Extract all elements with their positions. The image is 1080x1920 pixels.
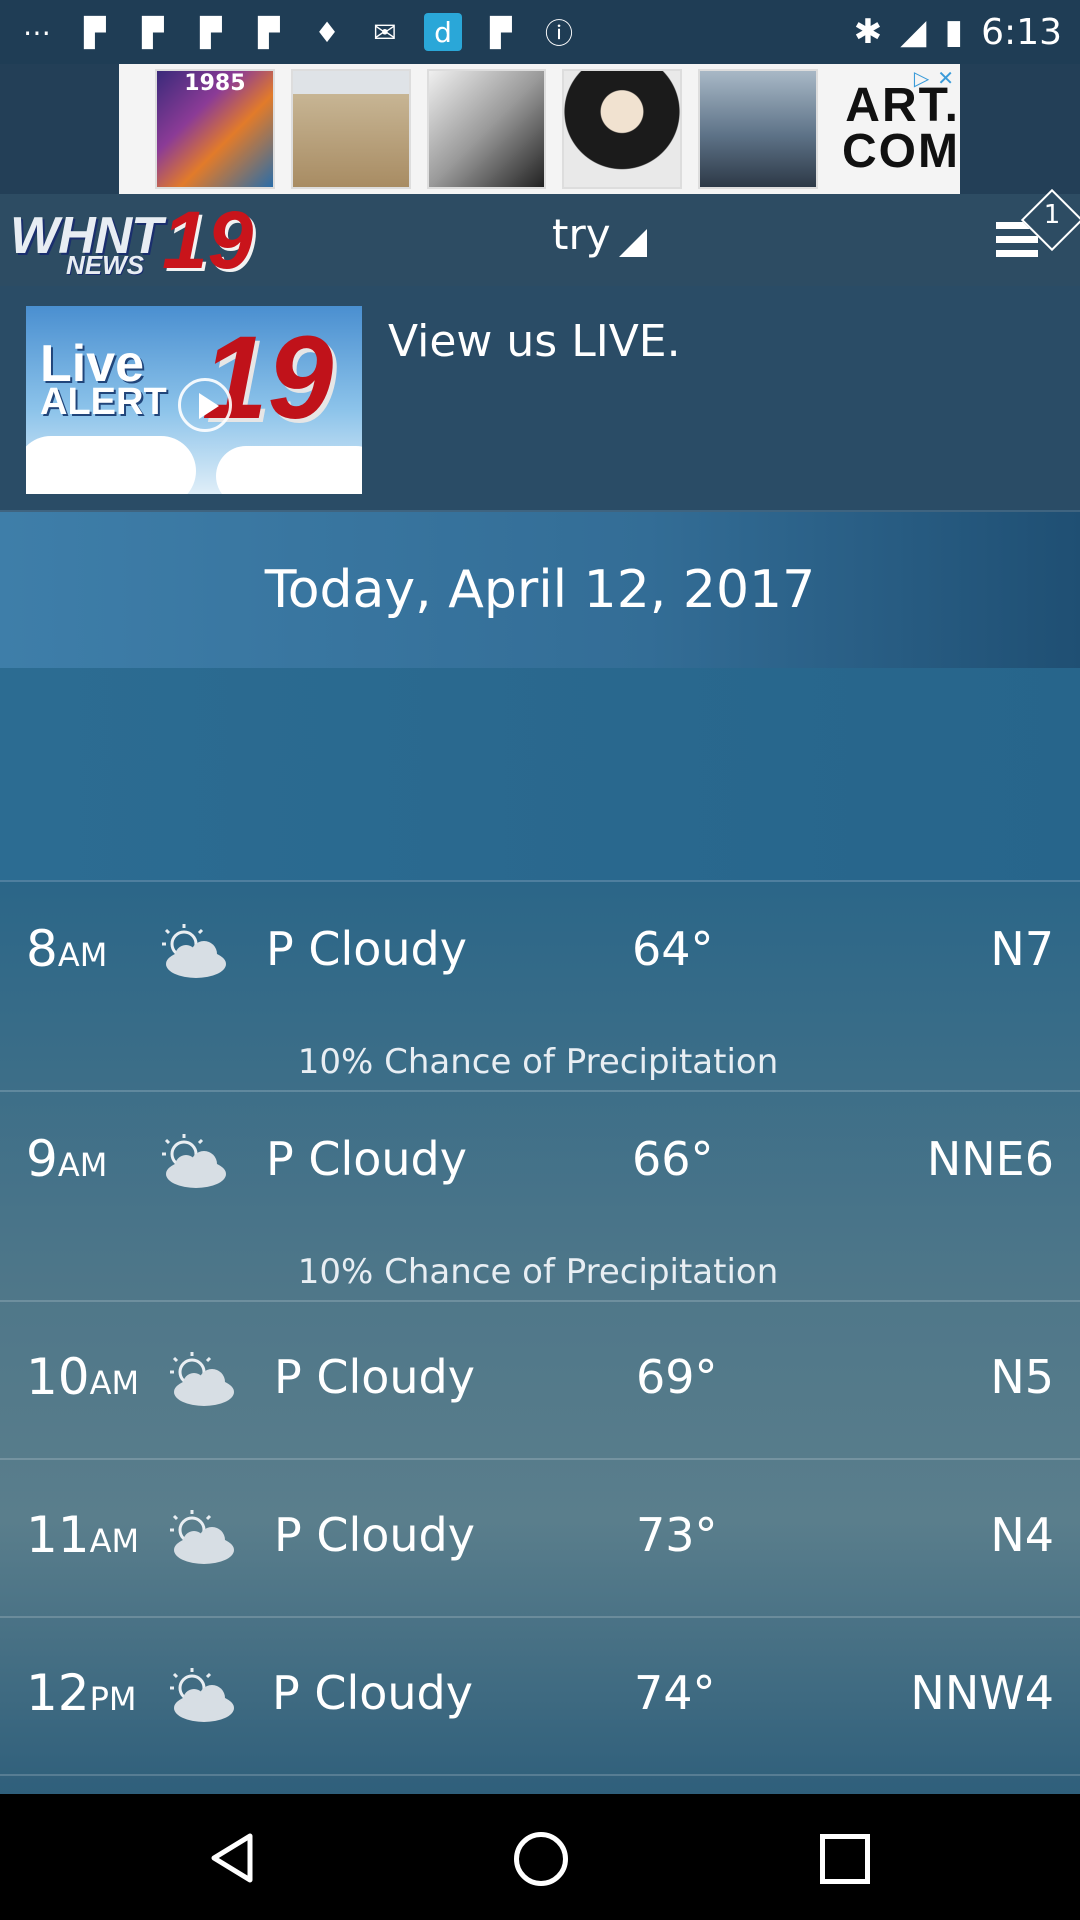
date-header: Today, April 12, 2017 — [0, 512, 1080, 668]
partly-cloudy-icon — [150, 1132, 230, 1192]
wind: N7 — [990, 922, 1054, 976]
location-dropdown[interactable]: try — [552, 210, 647, 259]
ad-choices-icon[interactable]: ▷ — [914, 66, 929, 90]
ad-close-icon[interactable]: ✕ — [937, 66, 954, 90]
notification-count: 1 — [1043, 200, 1061, 230]
hourly-row[interactable]: 8AM P Cloudy 64° N7 10% Chance of Precip… — [0, 882, 1080, 1092]
dictionary-icon: d — [424, 13, 462, 51]
condition-label: P Cloudy — [266, 922, 467, 976]
condition-label: P Cloudy — [266, 1132, 467, 1186]
partly-cloudy-icon — [158, 1666, 238, 1726]
partly-cloudy-icon — [158, 1350, 238, 1410]
hourly-row[interactable]: 10AM P Cloudy 69° N5 — [0, 1302, 1080, 1460]
ad-thumbnail[interactable] — [564, 71, 681, 187]
temperature: 69° — [636, 1350, 718, 1404]
hourly-row[interactable]: 9AM P Cloudy 66° NNE6 10% Chance of Prec… — [0, 1092, 1080, 1302]
hour-label: 8AM — [26, 920, 108, 978]
hourly-row[interactable]: 12PM P Cloudy 74° NNW4 — [0, 1618, 1080, 1776]
flipboard-icon: ▛ — [84, 15, 106, 49]
signal-icon: ◢ — [900, 12, 927, 52]
hour-label: 10AM — [26, 1348, 140, 1406]
live-label[interactable]: View us LIVE. — [388, 316, 681, 367]
condition-label: P Cloudy — [274, 1508, 475, 1562]
ad-thumbnail[interactable] — [292, 71, 409, 187]
ad-thumbnail[interactable] — [700, 71, 816, 187]
mail-icon: ✉ — [373, 15, 397, 49]
partly-cloudy-icon — [150, 922, 230, 982]
info-icon: ⓘ — [544, 17, 573, 50]
hourly-forecast-list: 8AM P Cloudy 64° N7 10% Chance of Precip… — [0, 882, 1080, 1794]
home-icon[interactable] — [514, 1832, 568, 1886]
app-header: WHNT 19 NEWS try 1 — [0, 188, 1080, 288]
ad-banner-area: 1985 ART. COM ▷ ✕ — [0, 64, 1080, 194]
condition-label: P Cloudy — [274, 1350, 475, 1404]
flipboard-icon: ▛ — [142, 15, 164, 49]
play-icon[interactable] — [178, 378, 232, 432]
wind: N4 — [990, 1508, 1054, 1562]
forecast-spacer — [0, 668, 1080, 882]
wind: NNW4 — [910, 1666, 1054, 1720]
back-icon[interactable] — [204, 1830, 260, 1886]
system-nav-bar — [0, 1794, 1080, 1920]
dropdown-triangle-icon — [618, 229, 647, 257]
flipboard-icon: ▛ — [258, 15, 280, 49]
temperature: 64° — [632, 922, 714, 976]
whnt-logo[interactable]: WHNT 19 NEWS — [4, 195, 260, 286]
recents-icon[interactable] — [820, 1834, 870, 1884]
precipitation-chance: 10% Chance of Precipitation — [297, 1252, 779, 1292]
hour-label: 9AM — [26, 1130, 108, 1188]
temperature: 73° — [636, 1508, 718, 1562]
flipboard-icon: ▛ — [490, 15, 512, 49]
condition-label: P Cloudy — [272, 1666, 473, 1720]
more-icon: ⋯ — [23, 15, 51, 49]
precipitation-chance: 10% Chance of Precipitation — [297, 1042, 779, 1082]
battery-icon: ▮ — [944, 12, 964, 52]
live-stream-item[interactable]: Live ALERT 19 View us LIVE. — [0, 286, 1080, 512]
status-bar: ⋯ ▛ ▛ ▛ ▛ ♦ ✉ d ▛ ⓘ ✱ ◢ ▮ 6:13 — [0, 0, 1080, 64]
status-time: 6:13 — [981, 11, 1062, 53]
ad-brand[interactable]: ART. COM — [842, 82, 960, 175]
hourly-row[interactable]: 11AM P Cloudy 73° N4 — [0, 1460, 1080, 1618]
ad-thumbnail[interactable]: 1985 — [157, 71, 273, 187]
temperature: 66° — [632, 1132, 714, 1186]
live-alert-thumbnail[interactable]: Live ALERT 19 — [26, 306, 362, 494]
hour-label: 12PM — [26, 1664, 137, 1722]
hour-label: 11AM — [26, 1506, 140, 1564]
wind: NNE6 — [926, 1132, 1054, 1186]
date-text: Today, April 12, 2017 — [264, 560, 816, 620]
partly-cloudy-icon — [158, 1508, 238, 1568]
ad-banner[interactable]: 1985 ART. COM ▷ ✕ — [119, 64, 960, 194]
bluetooth-icon: ✱ — [853, 12, 883, 52]
temperature: 74° — [634, 1666, 716, 1720]
keyhole-icon: ♦ — [314, 15, 340, 49]
wind: N5 — [990, 1350, 1054, 1404]
location-label: try — [552, 210, 611, 259]
ad-thumbnail[interactable] — [428, 71, 545, 187]
flipboard-icon: ▛ — [200, 15, 222, 49]
